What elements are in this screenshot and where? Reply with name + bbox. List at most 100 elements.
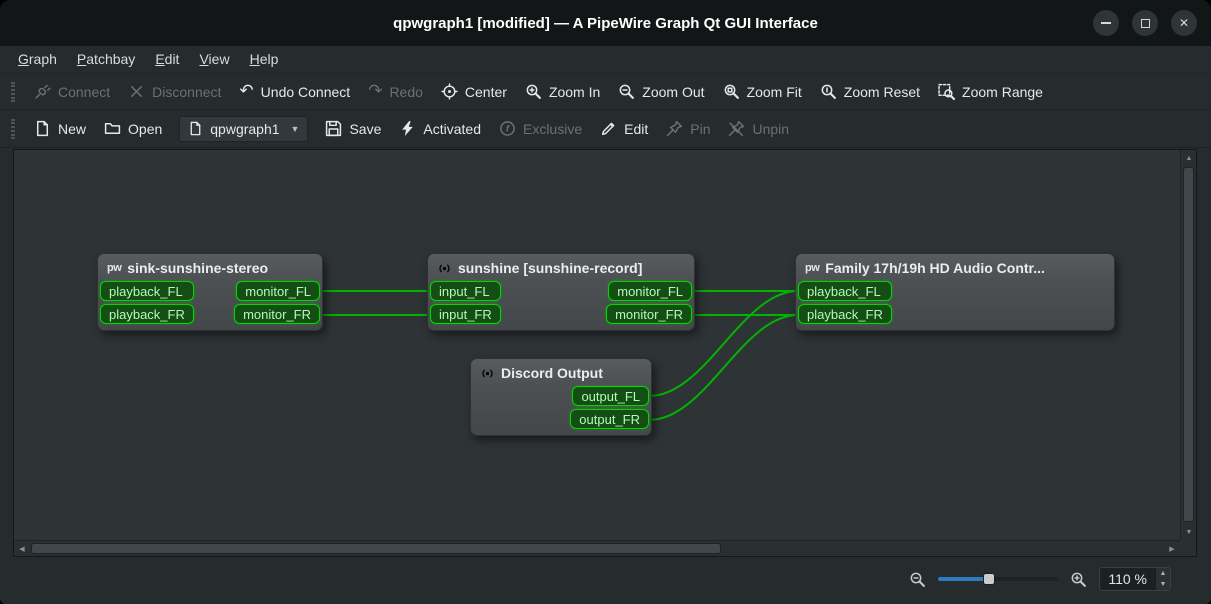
unpin-button[interactable]: Unpin	[719, 115, 798, 142]
disconnect-label: Disconnect	[152, 84, 221, 100]
disconnect-button[interactable]: Disconnect	[119, 78, 230, 105]
center-button[interactable]: Center	[432, 78, 516, 105]
record-icon	[437, 261, 452, 276]
port-input-fr[interactable]: input_FR	[430, 304, 501, 324]
output-ports: output_FL output_FR	[570, 386, 649, 429]
unpin-icon	[728, 120, 745, 137]
port-monitor-fr[interactable]: monitor_FR	[606, 304, 692, 324]
port-playback-fl[interactable]: playback_FL	[100, 281, 194, 301]
ports-row: playback_FL playback_FR	[796, 280, 1114, 330]
toolbar-drag-handle[interactable]	[11, 119, 15, 139]
vertical-scrollbar[interactable]: ▲ ▼	[1180, 150, 1196, 540]
new-file-icon	[34, 120, 51, 137]
statusbar: 110 % ▲ ▼	[0, 557, 1211, 604]
port-monitor-fl[interactable]: monitor_FL	[608, 281, 692, 301]
undo-connect-button[interactable]: ↶ Undo Connect	[230, 78, 359, 105]
node-title: Family 17h/19h HD Audio Contr...	[825, 260, 1045, 276]
zoom-in-button[interactable]: Zoom In	[516, 78, 609, 105]
zoom-fit-label: Zoom Fit	[747, 84, 802, 100]
zoom-slider-handle[interactable]	[983, 573, 995, 585]
scroll-right-arrow[interactable]: ▶	[1164, 541, 1180, 557]
connect-button[interactable]: Connect	[25, 78, 119, 105]
activated-button[interactable]: Activated	[390, 115, 490, 142]
port-monitor-fl[interactable]: monitor_FL	[236, 281, 320, 301]
zoom-out-icon	[618, 83, 635, 100]
zoom-reset-icon	[820, 83, 837, 100]
pipewire-icon: pw	[107, 262, 121, 274]
zoom-out-icon[interactable]	[909, 571, 926, 588]
menu-edit[interactable]: Edit	[145, 46, 189, 73]
horizontal-scrollbar-thumb[interactable]	[31, 543, 721, 554]
horizontal-scrollbar[interactable]: ◀ ▶	[14, 540, 1180, 556]
exclusive-button[interactable]: f Exclusive	[490, 115, 591, 142]
port-monitor-fr[interactable]: monitor_FR	[234, 304, 320, 324]
open-button[interactable]: Open	[95, 115, 171, 142]
minimize-icon	[1101, 22, 1111, 24]
scroll-down-arrow[interactable]: ▼	[1181, 524, 1197, 540]
input-ports: playback_FL playback_FR	[100, 281, 194, 324]
menu-help[interactable]: Help	[240, 46, 289, 73]
graph-canvas[interactable]: pw sink-sunshine-stereo playback_FL play…	[14, 150, 1180, 540]
menu-graph[interactable]: Graph	[8, 46, 67, 73]
window-controls: ✕	[1093, 10, 1197, 36]
pipewire-icon: pw	[805, 262, 819, 274]
node-sink-sunshine-stereo[interactable]: pw sink-sunshine-stereo playback_FL play…	[97, 253, 323, 331]
zoom-fit-icon	[723, 83, 740, 100]
zoom-spin-up[interactable]: ▲	[1156, 568, 1170, 579]
port-playback-fl[interactable]: playback_FL	[798, 281, 892, 301]
connect-icon	[34, 83, 51, 100]
zoom-range-label: Zoom Range	[962, 84, 1043, 100]
connections-layer	[14, 150, 1180, 540]
minimize-button[interactable]	[1093, 10, 1119, 36]
menu-patchbay[interactable]: Patchbay	[67, 46, 145, 73]
patchbay-file-combobox[interactable]: qpwgraph1 ▼	[179, 116, 308, 142]
ports-row: input_FL input_FR monitor_FL monitor_FR	[428, 280, 694, 330]
scroll-up-arrow[interactable]: ▲	[1181, 150, 1197, 166]
node-header: Discord Output	[471, 359, 651, 385]
redo-label: Redo	[389, 84, 422, 100]
redo-icon: ↷	[368, 83, 382, 100]
vertical-scrollbar-thumb[interactable]	[1183, 167, 1194, 522]
node-family-hd-audio[interactable]: pw Family 17h/19h HD Audio Contr... play…	[795, 253, 1115, 331]
zoom-in-icon	[525, 83, 542, 100]
node-header: pw Family 17h/19h HD Audio Contr...	[796, 254, 1114, 280]
zoom-slider[interactable]	[938, 571, 1058, 587]
pin-button[interactable]: Pin	[657, 115, 719, 142]
port-input-fl[interactable]: input_FL	[430, 281, 501, 301]
new-button[interactable]: New	[25, 115, 95, 142]
node-sunshine[interactable]: sunshine [sunshine-record] input_FL inpu…	[427, 253, 695, 331]
zoom-spin-down[interactable]: ▼	[1156, 579, 1170, 590]
scroll-left-arrow[interactable]: ◀	[14, 541, 30, 557]
edit-button[interactable]: Edit	[591, 115, 657, 142]
zoom-out-button[interactable]: Zoom Out	[609, 78, 713, 105]
zoom-slider-track[interactable]	[938, 577, 1058, 581]
zoom-range-button[interactable]: Zoom Range	[929, 78, 1052, 105]
zoom-fit-button[interactable]: Zoom Fit	[714, 78, 811, 105]
zoom-reset-label: Zoom Reset	[844, 84, 920, 100]
titlebar[interactable]: qpwgraph1 [modified] — A PipeWire Graph …	[0, 0, 1211, 46]
spin-buttons: ▲ ▼	[1155, 568, 1170, 590]
center-icon	[441, 83, 458, 100]
save-label: Save	[349, 121, 381, 137]
zoom-in-icon[interactable]	[1070, 571, 1087, 588]
zoom-spinbox[interactable]: 110 % ▲ ▼	[1099, 567, 1171, 591]
output-ports: monitor_FL monitor_FR	[606, 281, 692, 324]
zoom-reset-button[interactable]: Zoom Reset	[811, 78, 929, 105]
port-output-fr[interactable]: output_FR	[570, 409, 649, 429]
edit-label: Edit	[624, 121, 648, 137]
node-discord-output[interactable]: Discord Output output_FL output_FR	[470, 358, 652, 436]
close-button[interactable]: ✕	[1171, 10, 1197, 36]
chevron-down-icon: ▼	[291, 124, 300, 134]
undo-connect-label: Undo Connect	[261, 84, 351, 100]
save-button[interactable]: Save	[316, 115, 390, 142]
port-playback-fr[interactable]: playback_FR	[100, 304, 194, 324]
toolbar-drag-handle[interactable]	[11, 82, 15, 102]
redo-button[interactable]: ↷ Redo	[359, 78, 432, 105]
maximize-button[interactable]	[1132, 10, 1158, 36]
svg-text:f: f	[506, 124, 510, 135]
port-output-fl[interactable]: output_FL	[572, 386, 649, 406]
port-playback-fr[interactable]: playback_FR	[798, 304, 892, 324]
menu-view[interactable]: View	[189, 46, 239, 73]
undo-icon: ↶	[239, 83, 253, 100]
lightning-icon	[399, 120, 416, 137]
